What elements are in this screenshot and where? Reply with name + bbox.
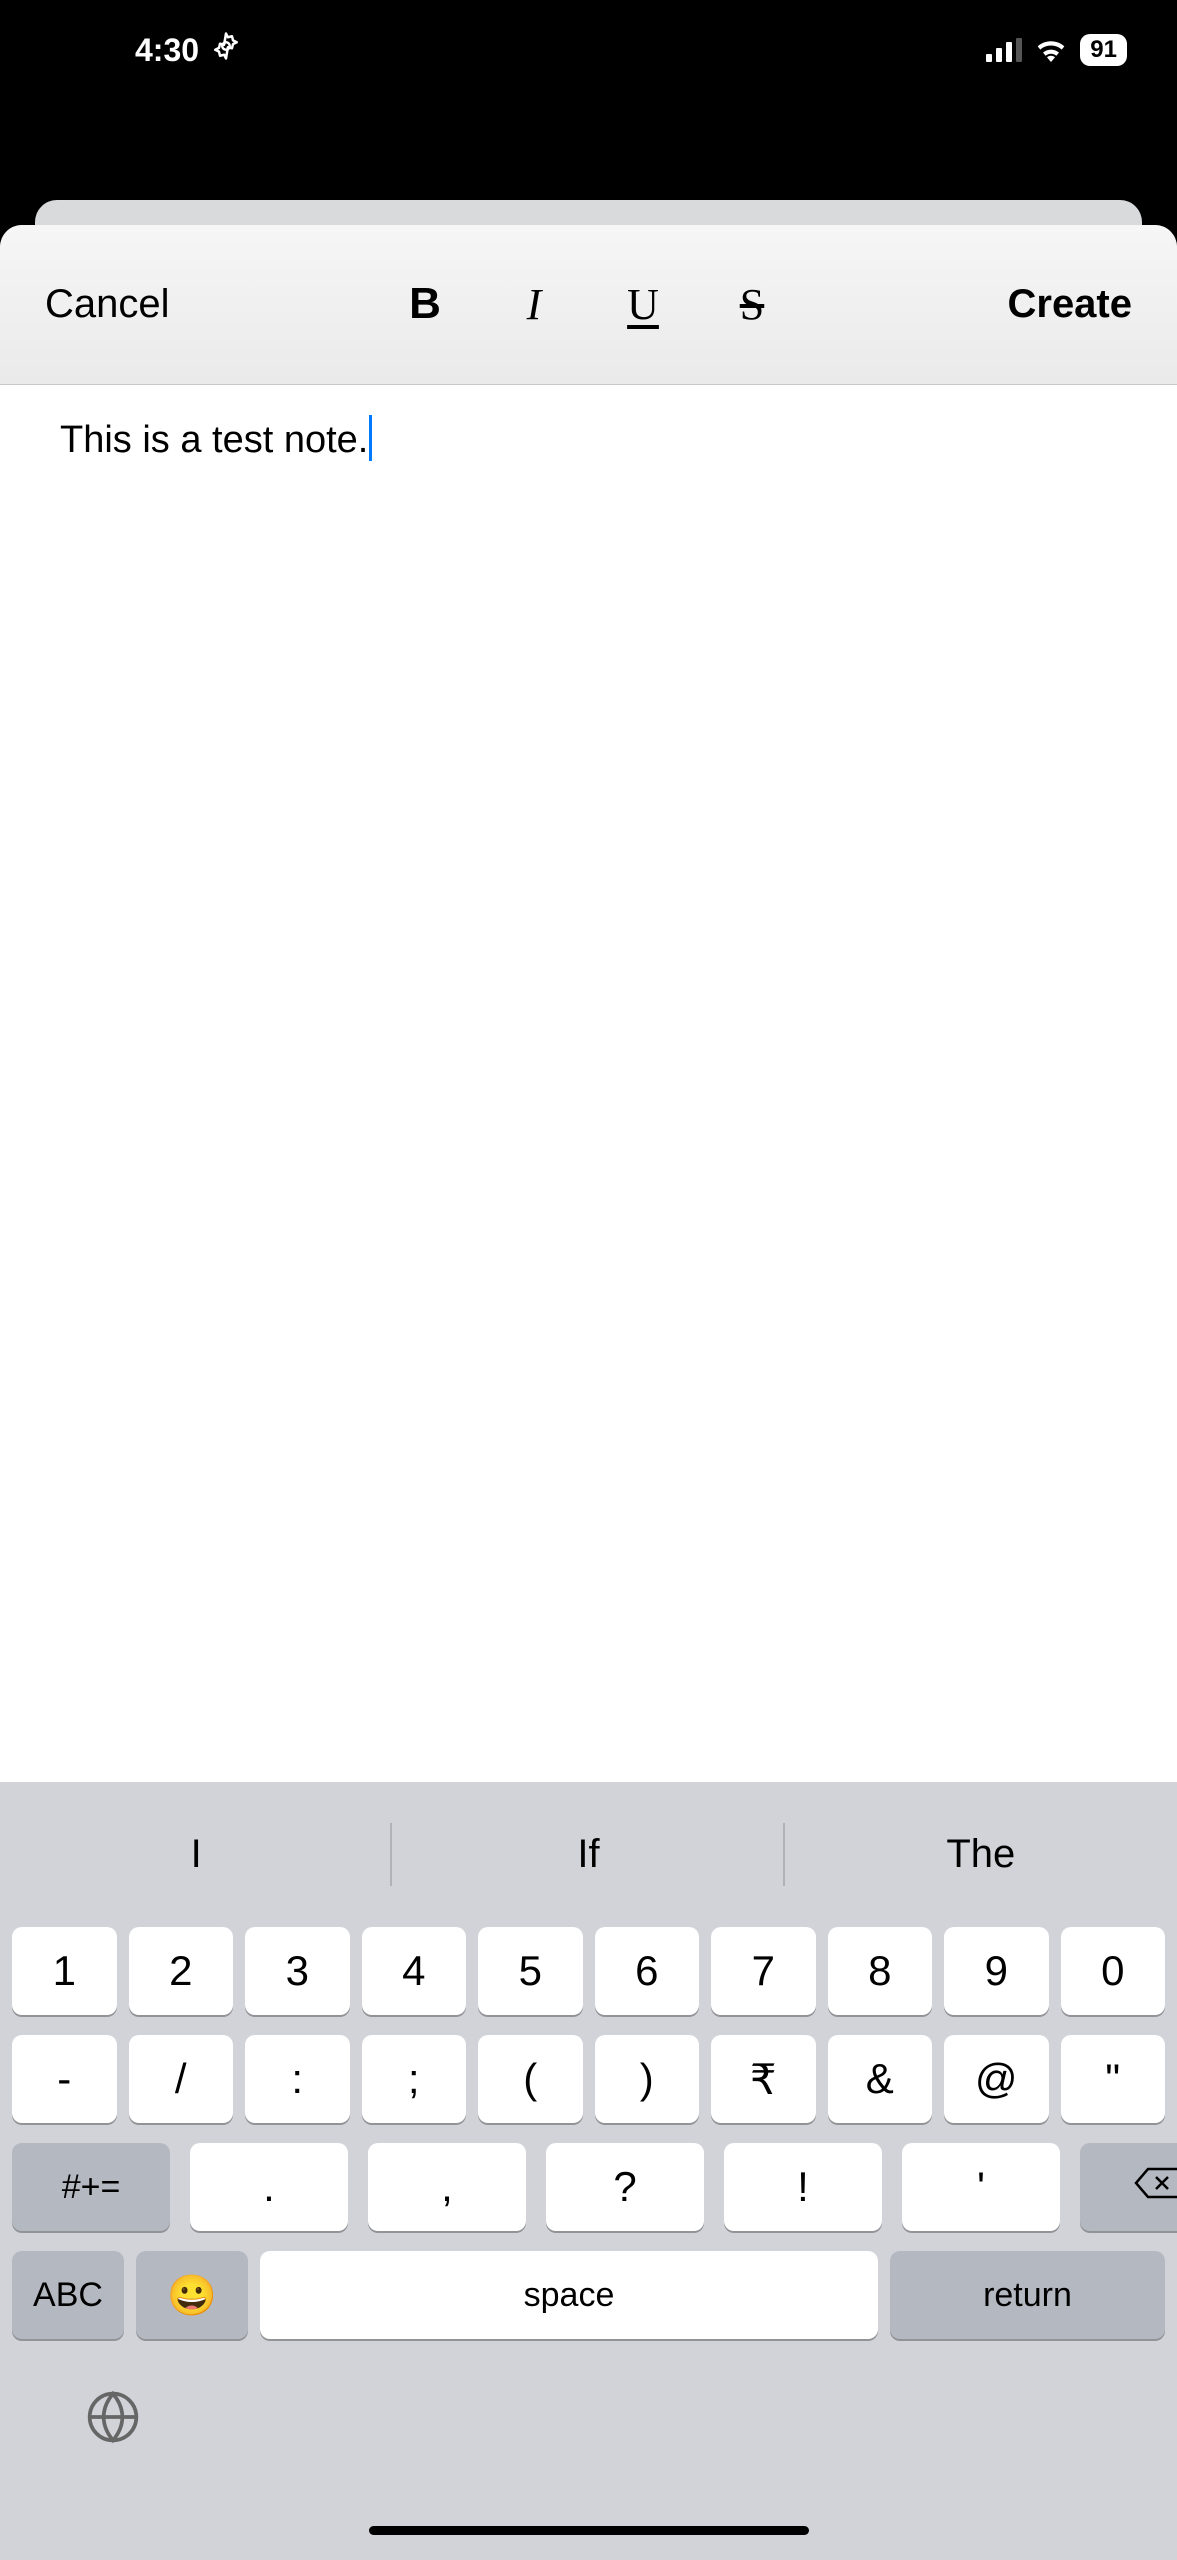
key-colon[interactable]: : <box>245 2035 350 2123</box>
key-lparen[interactable]: ( <box>478 2035 583 2123</box>
note-modal: Cancel B I U S Create This is a test not… <box>0 225 1177 2560</box>
key-amp[interactable]: & <box>828 2035 933 2123</box>
settings-icon <box>211 31 241 69</box>
keyboard-row-1: 1 2 3 4 5 6 7 8 9 0 <box>0 1927 1177 2015</box>
keyboard-row-3: #+= . , ? ! ' <box>0 2143 1177 2231</box>
emoji-icon: 😀 <box>167 2272 217 2319</box>
key-at[interactable]: @ <box>944 2035 1049 2123</box>
suggestion-3[interactable]: The <box>785 1802 1177 1907</box>
key-0[interactable]: 0 <box>1061 1927 1166 2015</box>
editor-text: This is a test note. <box>60 419 368 461</box>
key-quote[interactable]: " <box>1061 2035 1166 2123</box>
key-7[interactable]: 7 <box>711 1927 816 2015</box>
keyboard-row-4: ABC 😀 space return <box>0 2251 1177 2339</box>
note-editor[interactable]: This is a test note. <box>0 385 1177 1782</box>
italic-button[interactable]: I <box>507 279 561 330</box>
editor-toolbar: Cancel B I U S Create <box>0 225 1177 385</box>
key-9[interactable]: 9 <box>944 1927 1049 2015</box>
status-bar: 4:30 91 <box>0 0 1177 100</box>
keyboard: I If The 1 2 3 4 5 6 7 8 9 0 - / : ; ( )… <box>0 1782 1177 2560</box>
key-8[interactable]: 8 <box>828 1927 933 2015</box>
key-4[interactable]: 4 <box>362 1927 467 2015</box>
key-3[interactable]: 3 <box>245 1927 350 2015</box>
strikethrough-button[interactable]: S <box>725 279 779 330</box>
key-apos[interactable]: ' <box>902 2143 1060 2231</box>
wifi-icon <box>1034 38 1068 62</box>
status-right: 91 <box>986 34 1127 66</box>
status-left: 4:30 <box>135 31 241 69</box>
suggestion-2[interactable]: If <box>392 1802 784 1907</box>
status-time: 4:30 <box>135 32 199 69</box>
battery-level: 91 <box>1080 34 1127 66</box>
key-2[interactable]: 2 <box>129 1927 234 2015</box>
key-rparen[interactable]: ) <box>595 2035 700 2123</box>
key-symbol-switch[interactable]: #+= <box>12 2143 170 2231</box>
key-exclaim[interactable]: ! <box>724 2143 882 2231</box>
key-backspace[interactable] <box>1080 2143 1177 2231</box>
suggestion-1[interactable]: I <box>0 1802 392 1907</box>
key-emoji[interactable]: 😀 <box>136 2251 248 2339</box>
notch-area <box>0 100 1177 215</box>
keyboard-bottom-row <box>0 2359 1177 2450</box>
bold-button[interactable]: B <box>398 279 452 330</box>
home-indicator[interactable] <box>369 2526 809 2535</box>
globe-icon[interactable] <box>85 2432 141 2449</box>
underline-button[interactable]: U <box>616 279 670 330</box>
format-buttons: B I U S <box>170 279 1008 330</box>
key-semicolon[interactable]: ; <box>362 2035 467 2123</box>
key-dash[interactable]: - <box>12 2035 117 2123</box>
key-comma[interactable]: , <box>368 2143 526 2231</box>
predictive-bar: I If The <box>0 1802 1177 1907</box>
cancel-button[interactable]: Cancel <box>45 282 170 327</box>
backspace-icon <box>1134 2163 1177 2211</box>
key-abc[interactable]: ABC <box>12 2251 124 2339</box>
key-return[interactable]: return <box>890 2251 1165 2339</box>
key-question[interactable]: ? <box>546 2143 704 2231</box>
key-period[interactable]: . <box>190 2143 348 2231</box>
key-slash[interactable]: / <box>129 2035 234 2123</box>
text-cursor <box>369 415 372 461</box>
key-5[interactable]: 5 <box>478 1927 583 2015</box>
key-space[interactable]: space <box>260 2251 878 2339</box>
key-1[interactable]: 1 <box>12 1927 117 2015</box>
keyboard-row-2: - / : ; ( ) ₹ & @ " <box>0 2035 1177 2123</box>
cellular-signal-icon <box>986 38 1022 62</box>
create-button[interactable]: Create <box>1007 282 1132 327</box>
key-rupee[interactable]: ₹ <box>711 2035 816 2123</box>
key-6[interactable]: 6 <box>595 1927 700 2015</box>
